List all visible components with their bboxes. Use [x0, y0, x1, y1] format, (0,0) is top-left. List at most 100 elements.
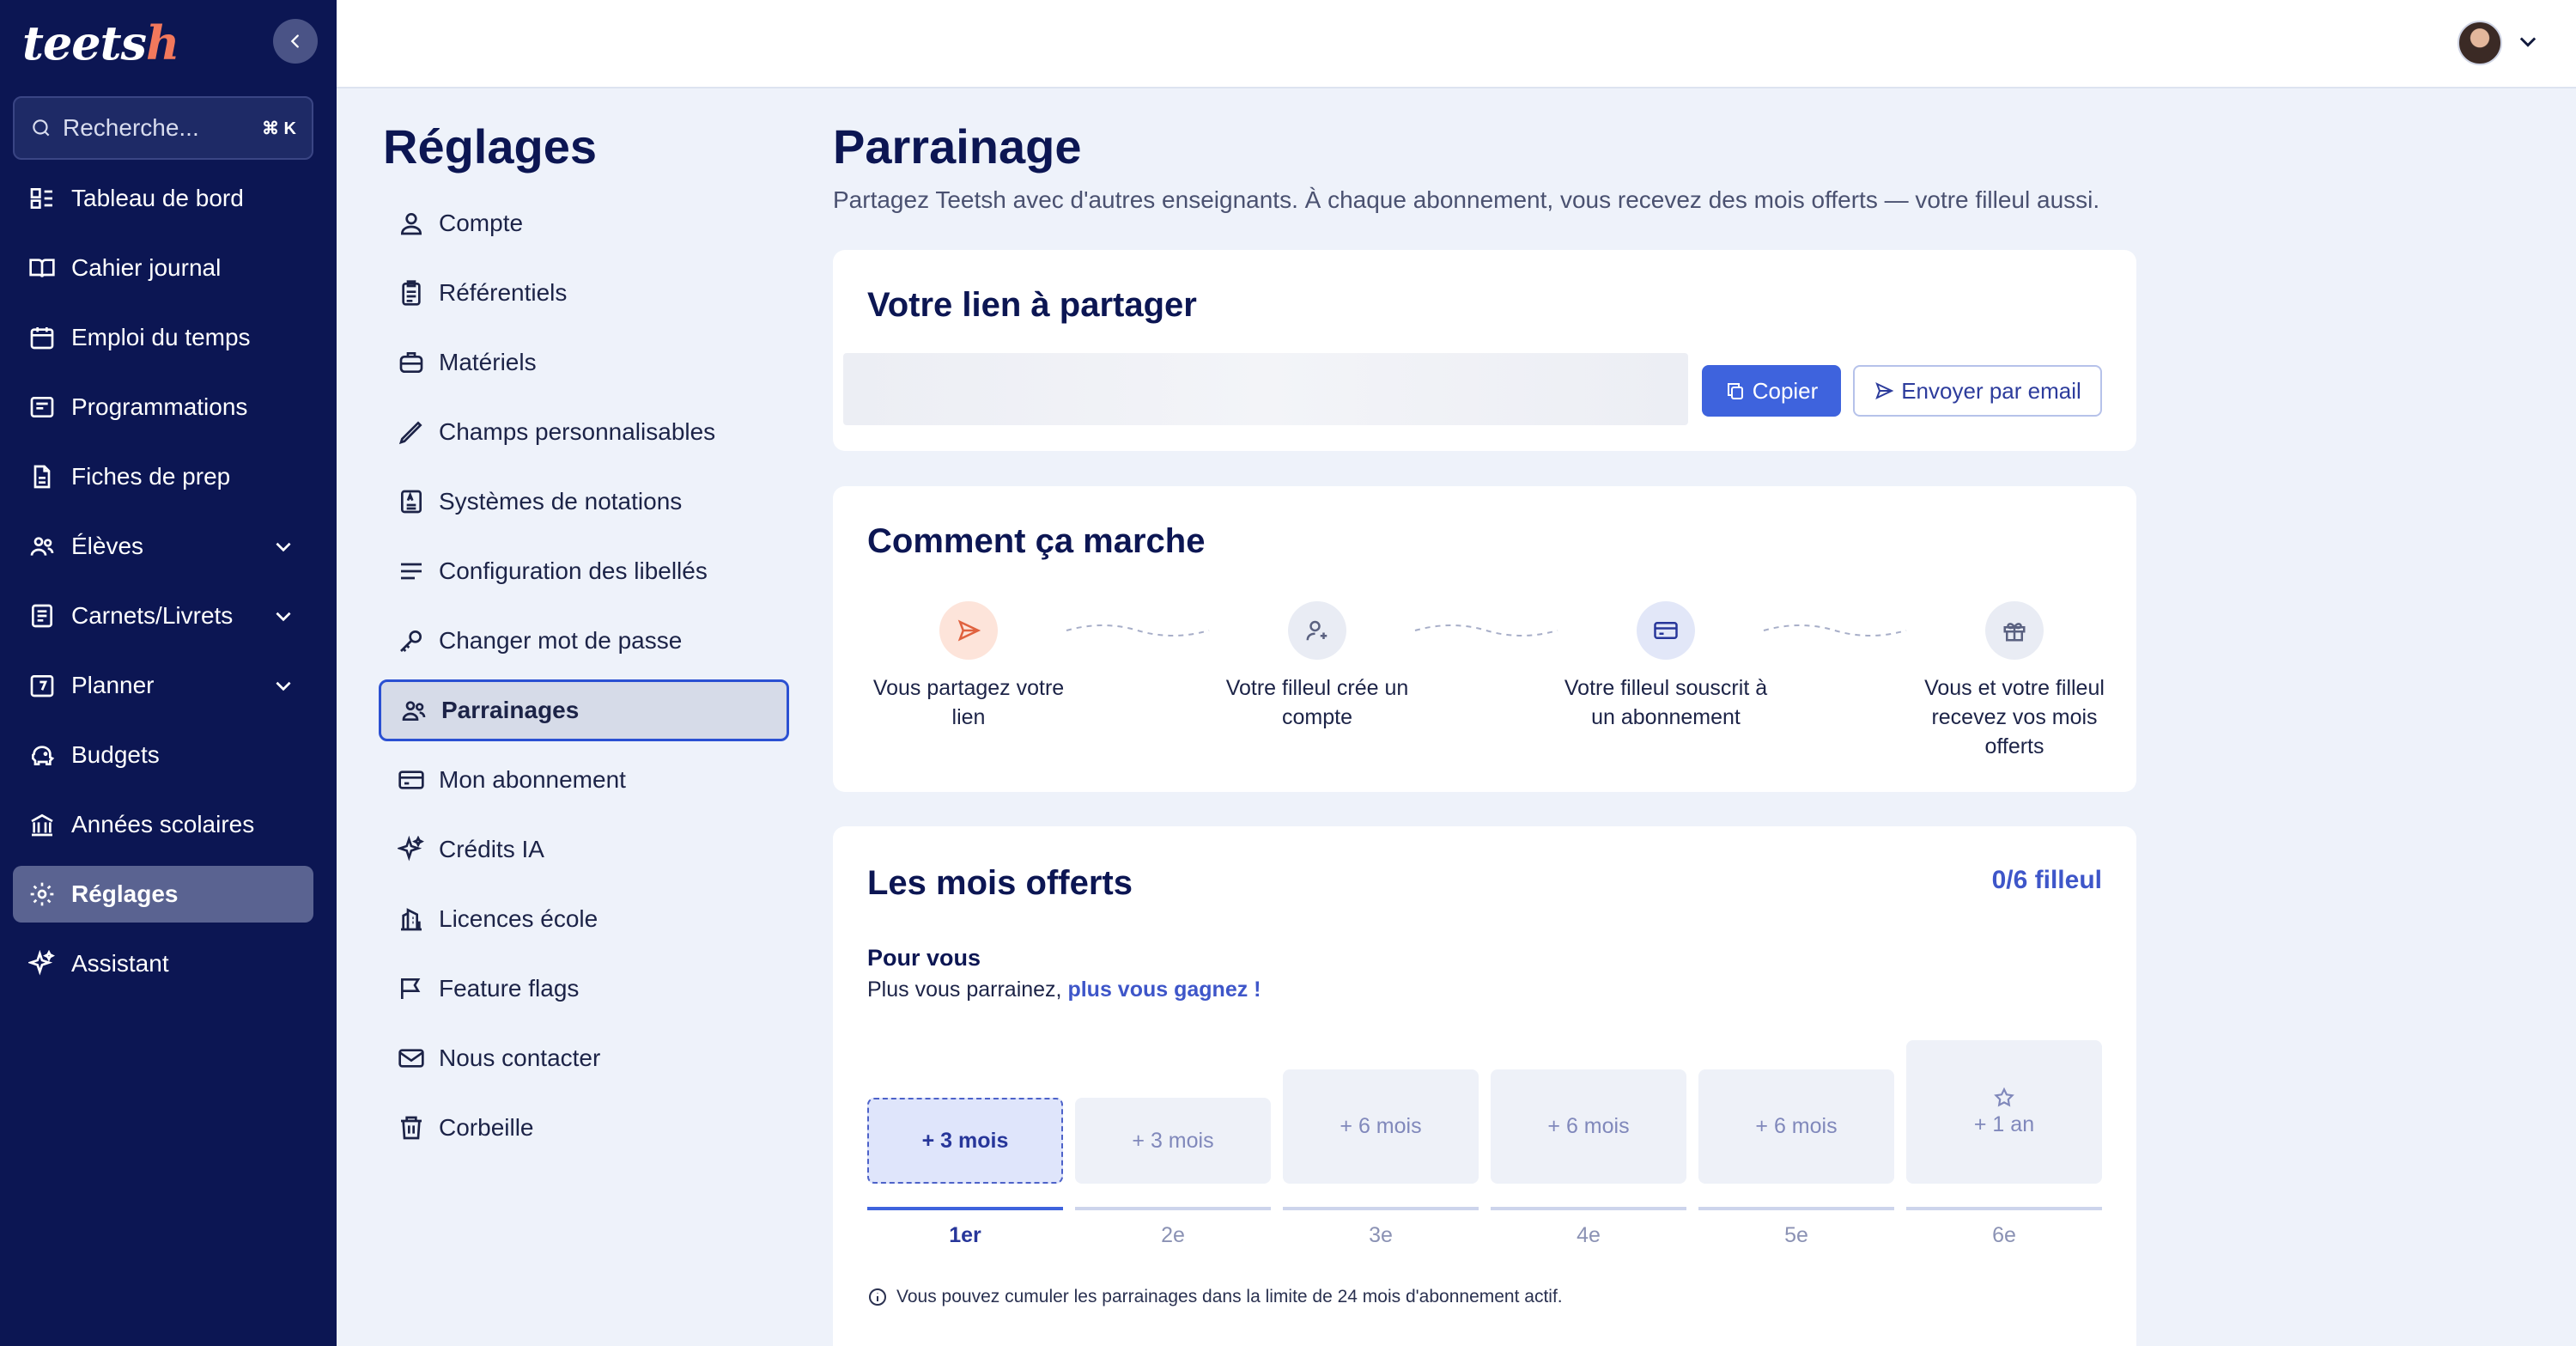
flag-icon [394, 971, 428, 1006]
users-icon [25, 529, 59, 563]
settings-item-label: Référentiels [439, 279, 568, 306]
tier-6: + 1 an [1906, 1040, 2102, 1184]
step-share: Vous partagez votre lien [866, 601, 1072, 732]
nav-item-fiches-de-prep[interactable]: Fiches de prep [13, 448, 313, 505]
nav-item-assistant[interactable]: Assistant [13, 935, 313, 992]
nav-label: Emploi du temps [71, 324, 251, 350]
send-email-button-label: Envoyer par email [1901, 377, 2081, 404]
step-rewards: Vous et votre filleul recevez vos mois o… [1911, 601, 2117, 761]
star-icon [1994, 1087, 2014, 1107]
nav-label: Carnets/Livrets [71, 602, 234, 629]
logo[interactable]: teetsh [22, 15, 179, 70]
settings-item-compte[interactable]: Compte [379, 192, 789, 254]
share-title: Votre lien à partager [867, 286, 1197, 324]
tier-label: + 3 mois [1132, 1128, 1214, 1153]
sidebar: teetsh Recherche... ⌘ K Tableau de bord … [0, 0, 337, 1346]
for-you-heading: Pour vous [867, 945, 981, 971]
copy-button[interactable]: Copier [1702, 365, 1841, 417]
settings-item-configuration-des-libelles[interactable]: Configuration des libellés [379, 540, 789, 602]
trash-icon [394, 1111, 428, 1145]
nav-item-programmations[interactable]: Programmations [13, 379, 313, 435]
tier-progress-2 [1075, 1207, 1271, 1210]
tier-5: + 6 mois [1698, 1069, 1894, 1184]
nav-label: Années scolaires [71, 811, 255, 837]
user-plus-icon [1288, 601, 1346, 660]
main-nav: Tableau de bord Cahier journal Emploi du… [13, 170, 313, 1005]
chevron-down-icon[interactable] [2516, 29, 2540, 53]
settings-item-label: Systèmes de notations [439, 488, 683, 515]
logo-text: teets [22, 15, 147, 70]
settings-item-corbeille[interactable]: Corbeille [379, 1097, 789, 1159]
users-icon [397, 693, 431, 728]
chevron-left-icon [290, 34, 299, 48]
info-icon [869, 1288, 886, 1306]
referral-counter: 0/6 filleul [1991, 866, 2102, 894]
briefcase-icon [394, 345, 428, 380]
tier-progress-6 [1906, 1207, 2102, 1210]
settings-item-label: Configuration des libellés [439, 557, 708, 584]
settings-item-changer-mot-de-passe[interactable]: Changer mot de passe [379, 610, 789, 672]
settings-item-feature-flags[interactable]: Feature flags [379, 958, 789, 1020]
settings-item-licences-ecole[interactable]: Licences école [379, 888, 789, 950]
chevron-down-icon [276, 612, 291, 622]
nav-label: Cahier journal [71, 254, 222, 281]
settings-item-label: Nous contacter [439, 1045, 601, 1071]
info-note-text: Vous pouvez cumuler les parrainages dans… [896, 1287, 1563, 1306]
settings-item-label: Compte [439, 210, 524, 236]
nav-item-budgets[interactable]: Budgets [13, 727, 313, 783]
nav-label: Planner [71, 672, 155, 698]
nav-item-reglages[interactable]: Réglages [13, 866, 313, 923]
page-title: Parrainage [833, 119, 1082, 174]
tier-rank: 1er [949, 1223, 981, 1247]
nav-item-eleves[interactable]: Élèves [13, 518, 313, 575]
tier-progress-1 [867, 1207, 1063, 1210]
step-create-account: Votre filleul crée un compte [1214, 601, 1420, 732]
referral-link-field[interactable] [843, 353, 1688, 425]
settings-item-label: Matériels [439, 349, 537, 375]
search-input[interactable]: Recherche... ⌘ K [13, 96, 313, 160]
nav-item-carnets-livrets[interactable]: Carnets/Livrets [13, 588, 313, 644]
nav-item-annees-scolaires[interactable]: Années scolaires [13, 796, 313, 853]
nav-item-cahier-journal[interactable]: Cahier journal [13, 240, 313, 296]
school-icon [25, 807, 59, 842]
nav-item-emploi-du-temps[interactable]: Emploi du temps [13, 309, 313, 366]
copy-icon [1727, 383, 1743, 399]
settings-item-parrainages[interactable]: Parrainages [379, 679, 789, 741]
settings-item-credits-ia[interactable]: Crédits IA [379, 819, 789, 880]
nav-label: Assistant [71, 950, 169, 977]
search-icon [33, 119, 50, 137]
step-label: Votre filleul crée un compte [1225, 676, 1409, 729]
search-shortcut: ⌘ K [262, 119, 296, 138]
send-email-button[interactable]: Envoyer par email [1853, 365, 2102, 417]
rewards-title: Les mois offerts [867, 864, 1133, 902]
how-it-works-card: Comment ça marche Vous partagez votre li… [833, 486, 2136, 792]
avatar[interactable] [2458, 21, 2502, 65]
for-you-prefix: Plus vous parrainez, [867, 978, 1062, 1002]
settings-item-champs-personnalisables[interactable]: Champs personnalisables [379, 401, 789, 463]
settings-item-systemes-de-notations[interactable]: Systèmes de notations [379, 471, 789, 533]
settings-item-materiels[interactable]: Matériels [379, 332, 789, 393]
key-icon [394, 624, 428, 658]
nav-item-planner[interactable]: Planner [13, 657, 313, 714]
gear-icon [25, 877, 59, 911]
tier-label: + 1 an [1973, 1112, 2035, 1136]
settings-item-referentiels[interactable]: Référentiels [379, 262, 789, 324]
send-icon [939, 601, 998, 660]
nav-label: Réglages [71, 880, 179, 907]
info-note: Vous pouvez cumuler les parrainages dans… [867, 1287, 1563, 1307]
book-icon [25, 251, 59, 285]
settings-item-nous-contacter[interactable]: Nous contacter [379, 1027, 789, 1089]
tier-2: + 3 mois [1075, 1098, 1271, 1184]
send-icon [1875, 382, 1894, 399]
tier-progress-4 [1491, 1207, 1686, 1210]
dashed-connector [1763, 624, 1907, 636]
nav-item-tableau-de-bord[interactable]: Tableau de bord [13, 170, 313, 227]
nav-label: Budgets [71, 741, 160, 768]
pencil-icon [394, 415, 428, 449]
settings-item-mon-abonnement[interactable]: Mon abonnement [379, 749, 789, 811]
settings-item-label: Licences école [439, 905, 598, 932]
tier-3: + 6 mois [1283, 1069, 1479, 1184]
copy-button-label: Copier [1752, 377, 1819, 404]
collapse-sidebar-button[interactable] [273, 19, 318, 64]
tier-rank: 2e [1161, 1223, 1185, 1247]
